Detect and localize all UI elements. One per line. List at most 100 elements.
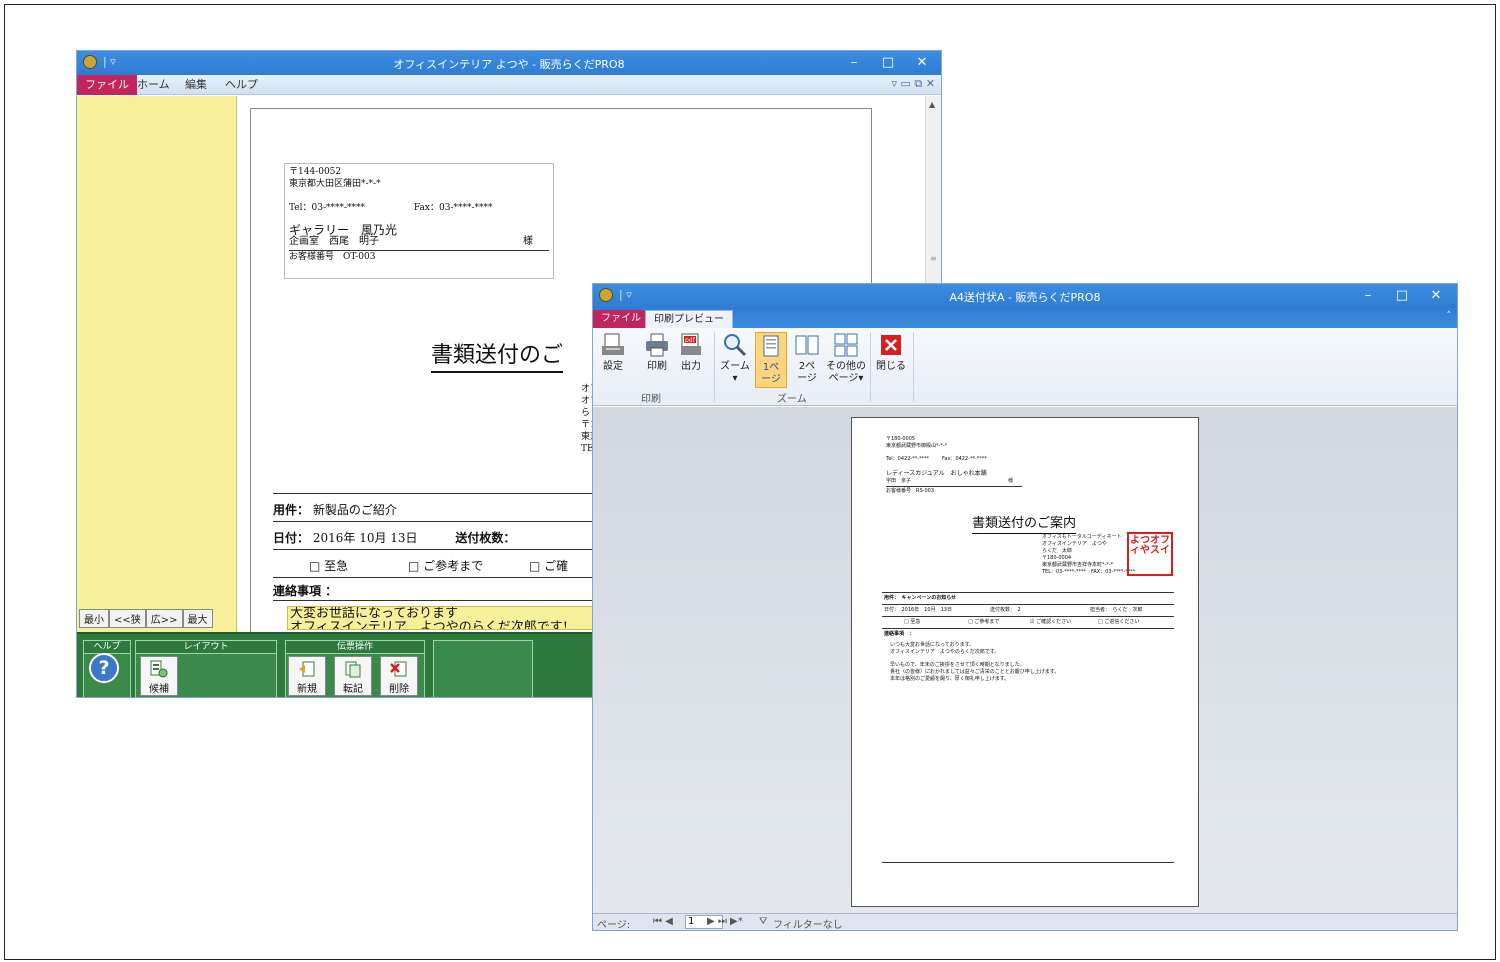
preview-canvas[interactable]: 〒180-0005 東京都武蔵野市御殿山*-*-* Tel：0422-**-**… (593, 407, 1457, 915)
preview-postal: 〒180-0005 (886, 436, 916, 442)
close-button[interactable]: ✕ (905, 53, 939, 73)
date-row[interactable]: 日付： 2016年 10月 13日 送付枚数： (273, 529, 515, 546)
mdi-controls[interactable]: ▿ ▭ ⧉ ✕ (892, 77, 935, 91)
print-label: 印刷 (647, 361, 667, 372)
one-page-button[interactable]: 1ペ ージ (755, 332, 787, 388)
layout-group-label: レイアウト (136, 641, 276, 654)
output-button[interactable]: pdf 出力 (675, 332, 707, 373)
preview-notes-line: 貴社（の皆様）におかれましては益々ご清栄のこととお慶び申し上げます。 (890, 669, 1060, 675)
scroll-up-icon[interactable]: ▲ (929, 100, 935, 109)
preview-sender-line: TEL：03-****-**** FAX：03-****-**** (1042, 569, 1136, 575)
delete-label: 削除 (389, 684, 409, 695)
honorific: 様 (523, 236, 533, 247)
zoom-wide-button[interactable]: 広>> (145, 609, 183, 628)
print-group-label: 印刷 (641, 394, 661, 405)
notes-line: 大変お世話になっております (290, 606, 458, 621)
checkbox-row: □ 至急 □ ご参考まで □ ご確 (309, 557, 568, 574)
preview-titlebar[interactable]: | ▿ A4送付状A - 販売らくだPRO8 – □ ✕ (593, 284, 1457, 308)
postal-code: 〒144-0052 (289, 167, 342, 177)
preview-sender-line: 東京都武蔵野市吉祥寺本町*-*-* (1042, 562, 1114, 568)
ribbon-separator (913, 332, 914, 402)
date-value: 2016年 10月 13日 (312, 531, 418, 545)
pdf-icon: pdf (681, 333, 701, 355)
collapse-ribbon-icon[interactable]: ˄ (1447, 311, 1452, 321)
minimize-button[interactable]: – (837, 53, 871, 73)
preview-sender-line: オフィスもトータルコーディネート (1042, 534, 1122, 540)
candidate-label: 候補 (149, 684, 169, 695)
main-window-titlebar[interactable]: | ▿ オフィスインテリア よつや - 販売らくだPRO8 – □ ✕ (77, 51, 941, 75)
one-page-icon (763, 335, 779, 357)
prev-page-icon[interactable]: ⏮ ◀ (653, 916, 673, 927)
maximize-button[interactable]: □ (1385, 286, 1419, 306)
two-page-button[interactable]: 2ペ ージ (791, 332, 823, 385)
candidate-icon (150, 660, 168, 678)
fax-text: Fax：03-****-**** (413, 203, 493, 213)
preview-notes-label: 連絡事項 ： (884, 631, 915, 637)
candidate-button[interactable]: 候補 (140, 656, 178, 696)
menu-file[interactable]: ファイル (77, 75, 137, 95)
menu-home[interactable]: ホーム (129, 75, 178, 95)
rule (882, 616, 1174, 617)
close-preview-icon (881, 335, 901, 355)
close-button[interactable]: ✕ (1419, 286, 1453, 306)
notes-text-field[interactable]: 大変お世話になっております オフィスインテリア よつやのらくだ次郎です! (287, 606, 597, 630)
recipient-person: 企画室 西尾 明子 (289, 236, 379, 247)
delete-icon (390, 661, 407, 677)
maximize-button[interactable]: □ (871, 53, 905, 73)
zoom-button[interactable]: ズーム ▾ (719, 332, 751, 385)
zoom-min-button[interactable]: 最小 (79, 609, 109, 628)
preview-sender-line: オフィスインテリア よつや (1042, 541, 1107, 547)
zoom-group-label: ズーム (777, 394, 807, 405)
filter-status[interactable]: フィルターなし (773, 916, 843, 930)
zoom-button-group: 最小 <<狭 広>> 最大 (79, 609, 213, 628)
copy-button[interactable]: 転記 (334, 656, 372, 696)
menu-edit[interactable]: 編集 (177, 75, 215, 95)
new-button[interactable]: 新規 (288, 656, 326, 696)
print-preview-window: | ▿ A4送付状A - 販売らくだPRO8 – □ ✕ ファイル 印刷プレビュ… (592, 283, 1458, 931)
preview-sender-line: らくだ 太郎 (1042, 548, 1073, 554)
rule (882, 592, 1174, 593)
preview-notes-line: 本年は格別のご愛顧を賜り、厚く御礼申し上げます。 (890, 676, 1010, 682)
next-page-icon[interactable]: ▶ ⏭ ▶* (707, 916, 743, 927)
address-block[interactable]: 〒144-0052 東京都大田区蒲田*-*-* Tel：03-****-****… (284, 163, 554, 279)
scroll-grip-icon[interactable]: ≡ (930, 254, 937, 263)
help-icon[interactable]: ? (89, 653, 119, 683)
checkbox-confirm[interactable]: □ ご確 (529, 559, 568, 573)
ribbon: 設定 印刷 pdf 出力 ズーム ▾ 1ペ ージ 2ペ ージ その他の ページ▾… (593, 328, 1457, 406)
delete-button[interactable]: 削除 (380, 656, 418, 696)
tab-file[interactable]: ファイル (593, 310, 649, 328)
close-preview-label: 閉じる (876, 361, 906, 372)
checkbox-urgent[interactable]: □ 至急 (309, 559, 348, 573)
multi-page-icon (834, 333, 858, 357)
preview-notes-line: いつも大変お世話になっております。 (890, 642, 975, 648)
preview-subject: 用件： キャンペーンのお知らせ (884, 595, 957, 601)
preview-pages: 送付枚数： 2 (990, 607, 1021, 613)
tel-text: Tel：03-****-**** (289, 203, 366, 213)
zoom-max-button[interactable]: 最大 (182, 609, 213, 628)
print-button[interactable]: 印刷 (641, 332, 673, 373)
subject-row[interactable]: 用件： 新製品のご紹介 (273, 501, 397, 518)
other-pages-button[interactable]: その他の ページ▾ (825, 332, 867, 385)
document-title: 書類送付のご (431, 337, 564, 373)
preview-sender-line: 〒180-0004 (1042, 555, 1072, 561)
preview-notes-line: オフィスインテリア よつやのらくだ次郎です。 (890, 649, 1000, 655)
new-icon (299, 661, 315, 677)
preview-check: □ ご返信ください (1098, 619, 1140, 625)
menu-help[interactable]: ヘルプ (217, 75, 266, 95)
tab-print-preview[interactable]: 印刷プレビュー (645, 310, 733, 328)
new-label: 新規 (297, 684, 317, 695)
zoom-narrow-button[interactable]: <<狭 (109, 609, 146, 628)
close-preview-button[interactable]: 閉じる (873, 332, 909, 373)
setup-button[interactable]: 設定 (597, 332, 629, 373)
preview-date: 日付： 2016年 10月 13日 (884, 607, 952, 613)
other-pages-label: その他の ページ▾ (826, 361, 866, 384)
checkbox-reference[interactable]: □ ご参考まで (408, 559, 483, 573)
minimize-button[interactable]: – (1351, 286, 1385, 306)
preview-recipient-company: レディースカジュアル おしゃれ本舗 (886, 470, 987, 477)
magnifier-icon (724, 334, 747, 357)
setup-label: 設定 (603, 361, 623, 372)
filter-icon[interactable]: ⛛ (759, 916, 767, 927)
slip-group-label: 伝票操作 (286, 641, 424, 654)
preview-person: 担当者： らくだ 次郎 (1090, 607, 1143, 613)
svg-text:pdf: pdf (685, 337, 696, 344)
